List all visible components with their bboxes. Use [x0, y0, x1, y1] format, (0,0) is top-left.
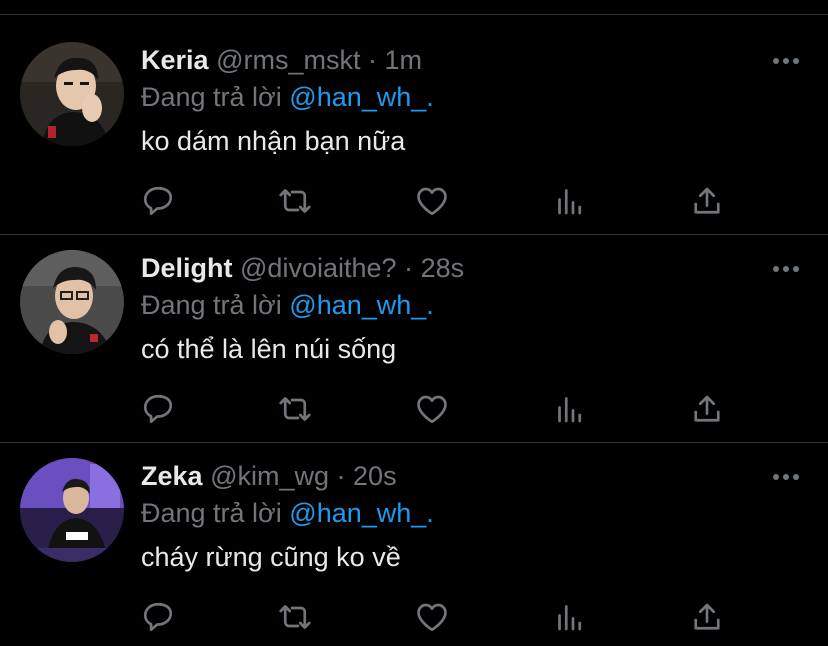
- more-icon[interactable]: [771, 471, 801, 483]
- avatar[interactable]: [20, 458, 124, 562]
- tweet[interactable]: Delight @divoiaithe? · 28s Đang trả lời …: [0, 235, 828, 443]
- divider: [0, 14, 828, 15]
- like-icon: [417, 187, 447, 216]
- reply-prefix: Đang trả lời: [141, 290, 282, 320]
- retweet-icon: [279, 397, 311, 421]
- tweet-header: Delight @divoiaithe? · 28s: [141, 252, 464, 284]
- tweet-text: cháy rừng cũng ko về: [141, 542, 401, 572]
- reply-target-link[interactable]: @han_wh_.: [289, 290, 434, 320]
- tweet-text: ko dám nhận bạn nữa: [141, 126, 406, 156]
- display-name[interactable]: Keria: [141, 45, 209, 75]
- share-button[interactable]: [689, 391, 725, 427]
- tweet[interactable]: Keria @rms_mskt · 1m Đang trả lời @han_w…: [0, 27, 828, 235]
- analytics-icon: [558, 605, 582, 631]
- analytics-button[interactable]: [552, 599, 588, 635]
- analytics-icon: [558, 189, 582, 215]
- display-name[interactable]: Delight: [141, 253, 233, 283]
- handle[interactable]: @kim_wg: [210, 461, 329, 491]
- share-button[interactable]: [689, 183, 725, 219]
- separator: ·: [404, 253, 414, 283]
- timestamp[interactable]: 1m: [385, 45, 423, 75]
- timestamp[interactable]: 28s: [421, 253, 465, 283]
- share-button[interactable]: [689, 599, 725, 635]
- retweet-button[interactable]: [277, 183, 313, 219]
- reply-timeline: Keria @rms_mskt · 1m Đang trả lời @han_w…: [0, 0, 828, 646]
- timestamp[interactable]: 20s: [353, 461, 397, 491]
- avatar[interactable]: [20, 250, 124, 354]
- more-icon[interactable]: [771, 263, 801, 275]
- tweet-header: Zeka @kim_wg · 20s: [141, 460, 397, 492]
- more-icon[interactable]: [771, 55, 801, 67]
- tweet[interactable]: Zeka @kim_wg · 20s Đang trả lời @han_wh_…: [0, 443, 828, 646]
- retweet-button[interactable]: [277, 391, 313, 427]
- display-name[interactable]: Zeka: [141, 461, 203, 491]
- replying-to: Đang trả lời @han_wh_.: [141, 289, 434, 321]
- retweet-button[interactable]: [277, 599, 313, 635]
- share-icon: [694, 187, 720, 214]
- like-button[interactable]: [414, 391, 450, 427]
- retweet-icon: [279, 189, 311, 213]
- reply-icon: [143, 394, 173, 424]
- separator: ·: [336, 461, 346, 491]
- share-icon: [694, 603, 720, 630]
- replying-to: Đang trả lời @han_wh_.: [141, 497, 434, 529]
- reply-target-link[interactable]: @han_wh_.: [289, 498, 434, 528]
- avatar-delight: [20, 250, 124, 354]
- separator: ·: [367, 45, 377, 75]
- reply-button[interactable]: [140, 391, 176, 427]
- reply-prefix: Đang trả lời: [141, 82, 282, 112]
- share-icon: [694, 395, 720, 422]
- reply-icon: [143, 602, 173, 632]
- like-button[interactable]: [414, 599, 450, 635]
- handle[interactable]: @divoiaithe?: [240, 253, 397, 283]
- reply-icon: [143, 186, 173, 216]
- like-button[interactable]: [414, 183, 450, 219]
- like-icon: [417, 395, 447, 424]
- reply-button[interactable]: [140, 599, 176, 635]
- like-icon: [417, 603, 447, 632]
- tweet-text: có thể là lên núi sống: [141, 334, 397, 364]
- avatar-zeka: [20, 458, 124, 562]
- tweet-header: Keria @rms_mskt · 1m: [141, 44, 422, 76]
- analytics-button[interactable]: [552, 391, 588, 427]
- retweet-icon: [279, 605, 311, 629]
- avatar[interactable]: [20, 42, 124, 146]
- reply-button[interactable]: [140, 183, 176, 219]
- handle[interactable]: @rms_mskt: [216, 45, 360, 75]
- avatar-keria: [20, 42, 124, 146]
- analytics-button[interactable]: [552, 183, 588, 219]
- replying-to: Đang trả lời @han_wh_.: [141, 81, 434, 113]
- reply-target-link[interactable]: @han_wh_.: [289, 82, 434, 112]
- analytics-icon: [558, 397, 582, 423]
- reply-prefix: Đang trả lời: [141, 498, 282, 528]
